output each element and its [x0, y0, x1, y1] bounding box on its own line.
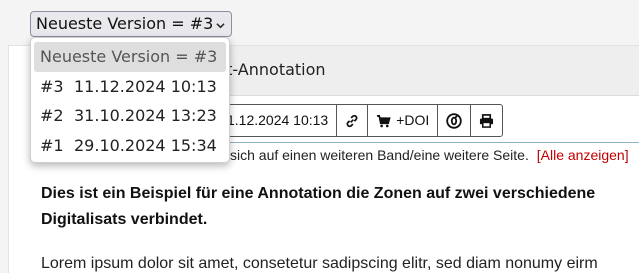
- version-date-label: 1.12.2024 10:13: [227, 112, 329, 128]
- version-option-label: Neueste Version = #3: [40, 47, 218, 66]
- open-access-icon: [446, 112, 462, 129]
- version-number: #2: [40, 106, 64, 125]
- version-option-3[interactable]: #3 11.12.2024 10:13: [34, 72, 226, 102]
- version-number: #1: [40, 135, 64, 155]
- version-select[interactable]: Neueste Version = #3: [30, 11, 232, 37]
- version-dropdown: Neueste Version = #3 #3 11.12.2024 10:13 …: [30, 37, 230, 163]
- doi-label: +DOI: [396, 112, 430, 128]
- version-date-button[interactable]: 1.12.2024 10:13: [213, 105, 338, 136]
- chevron-down-icon: [216, 23, 225, 29]
- version-date: 11.12.2024 10:13: [74, 76, 217, 96]
- cart-icon: [377, 114, 391, 127]
- annotation-toolbar: 1.12.2024 10:13 +DOI: [212, 104, 504, 137]
- version-date: 29.10.2024 15:34: [74, 135, 217, 155]
- print-button[interactable]: [471, 105, 502, 136]
- annotation-body-text: Lorem ipsum dolor sit amet, consetetur s…: [41, 255, 598, 272]
- version-select-value: Neueste Version = #3: [36, 14, 214, 33]
- version-date: 31.10.2024 13:23: [74, 106, 217, 125]
- annotation-heading-line-2: Digitalisats verbindet.: [41, 211, 208, 228]
- version-option-1[interactable]: #1 29.10.2024 15:34: [34, 131, 226, 161]
- permalink-button[interactable]: [337, 105, 369, 136]
- info-text: sich auf einen weiteren Band/eine weiter…: [230, 147, 529, 163]
- version-number: #3: [40, 76, 64, 96]
- open-access-button[interactable]: [438, 105, 472, 136]
- annotation-heading: Dies ist ein Beispiel für eine Annotatio…: [41, 181, 639, 233]
- cite-doi-button[interactable]: +DOI: [368, 105, 439, 136]
- version-option-2[interactable]: #2 31.10.2024 13:23: [34, 101, 226, 131]
- link-icon: [346, 114, 358, 127]
- print-icon: [480, 113, 494, 128]
- show-all-link[interactable]: [Alle anzeigen]: [537, 147, 629, 163]
- version-option-latest[interactable]: Neueste Version = #3: [34, 42, 226, 72]
- annotation-heading-line-1: Dies ist ein Beispiel für eine Annotatio…: [41, 185, 596, 202]
